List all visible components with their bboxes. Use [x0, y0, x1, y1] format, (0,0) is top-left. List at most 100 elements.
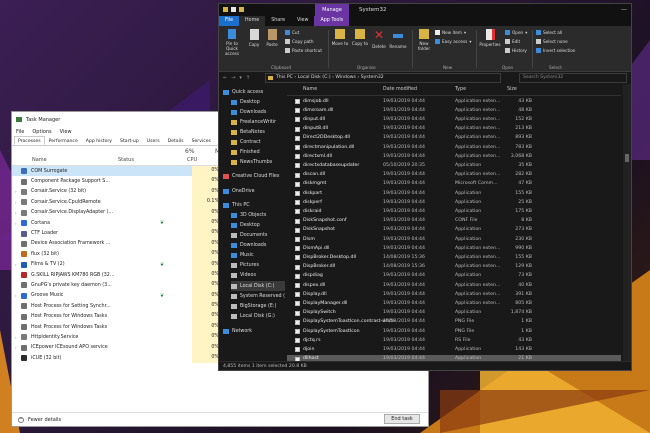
chevron-right-icon[interactable]: ›	[15, 345, 17, 350]
nav-item[interactable]: Creative Cloud Files	[223, 171, 285, 181]
breadcrumb-system32[interactable]: System32	[361, 75, 384, 80]
file-row[interactable]: diskperf 19/03/2019 04:44 Application 25 KB	[287, 198, 621, 207]
column-status[interactable]: Status	[118, 157, 134, 163]
file-row[interactable]: DiskSnapshot 19/03/2019 04:44 Application 2…	[287, 226, 621, 235]
file-row[interactable]: dimsroam.dll 19/03/2019 04:44 Application …	[287, 106, 621, 115]
file-explorer-window[interactable]: Manage System32 — File Home Share View A…	[218, 3, 632, 371]
menu-file[interactable]: File	[16, 129, 24, 135]
nav-item[interactable]: Quick access	[223, 87, 285, 97]
file-row[interactable]: djoin 19/03/2019 04:44 Application 143 KB	[287, 345, 621, 354]
move-to-button[interactable]: Move to	[331, 29, 349, 46]
file-row[interactable]: DismApi.dll 19/03/2019 04:44 Application e…	[287, 244, 621, 253]
menu-options[interactable]: Options	[32, 129, 51, 135]
nav-item[interactable]: BetaNotes	[231, 127, 285, 137]
copy-to-button[interactable]: Copy to	[351, 29, 369, 46]
nav-item[interactable]: Local Disk (C:)	[231, 281, 285, 291]
folder-icon[interactable]	[231, 7, 236, 12]
delete-button[interactable]: ✕ Delete	[371, 29, 387, 49]
pin-quick-access-button[interactable]: Pin to Quick access	[221, 29, 243, 56]
minimize-icon[interactable]: —	[621, 6, 627, 13]
nav-item[interactable]: Network	[223, 326, 285, 336]
nav-item[interactable]: Local Disk (G:)	[231, 311, 285, 321]
nav-item[interactable]: Music	[231, 250, 285, 260]
file-row[interactable]: dispex.dll 19/03/2019 04:44 Application ex…	[287, 281, 621, 290]
ribbon-tab-view[interactable]: View	[291, 16, 314, 26]
nav-item[interactable]: NewsThumbs	[231, 157, 285, 167]
column-cpu[interactable]: CPU	[187, 157, 197, 163]
tab-details[interactable]: Details	[164, 136, 188, 145]
copy-button[interactable]: Copy	[246, 29, 262, 47]
new-item-button[interactable]: New item ▾	[435, 30, 466, 35]
column-header-name[interactable]: Name	[303, 87, 317, 92]
nav-item[interactable]: Downloads	[231, 240, 285, 250]
history-button[interactable]: History	[505, 48, 527, 53]
up-arrow-icon[interactable]: ↑	[246, 75, 250, 81]
forward-arrow-icon[interactable]: →	[231, 75, 235, 81]
nav-item[interactable]: This PC	[223, 200, 285, 210]
chevron-right-icon[interactable]: ›	[15, 221, 17, 226]
chevron-right-icon[interactable]: ›	[15, 189, 17, 194]
nav-item[interactable]: 3D Objects	[231, 210, 285, 220]
select-none-button[interactable]: Select none	[536, 39, 568, 44]
breadcrumb-this-pc[interactable]: This PC	[276, 75, 293, 80]
file-row[interactable]: DisplaySystemToastIcon 19/03/2019 04:44 PN…	[287, 327, 621, 336]
nav-item[interactable]: Videos	[231, 270, 285, 280]
explorer-titlebar[interactable]: Manage System32 —	[219, 4, 631, 16]
file-row[interactable]: DispBroker.dll 14/08/2019 15:36 Applicatio…	[287, 263, 621, 272]
paste-shortcut-button[interactable]: Paste shortcut	[285, 48, 322, 53]
column-header-size[interactable]: Size	[507, 87, 517, 92]
folder-icon[interactable]	[239, 7, 244, 12]
rename-button[interactable]: Rename	[389, 29, 407, 49]
open-button[interactable]: Open ▾	[505, 30, 527, 35]
properties-button[interactable]: Properties	[478, 29, 502, 47]
nav-item[interactable]: Desktop	[231, 97, 285, 107]
file-row[interactable]: dispdiag 19/03/2019 04:44 Application 73 KB	[287, 272, 621, 281]
ribbon-tab-home[interactable]: Home	[239, 16, 266, 26]
tab-app-history[interactable]: App history	[82, 136, 116, 145]
tab-start-up[interactable]: Start-up	[116, 136, 143, 145]
easy-access-button[interactable]: Easy access ▾	[435, 39, 471, 44]
file-row[interactable]: DisplaySystemToastIcon.contrast-white 19/…	[287, 318, 621, 327]
nav-item[interactable]: Documents	[231, 230, 285, 240]
address-bar[interactable]: This PC › Local Disk (C:) › Windows › Sy…	[265, 73, 501, 83]
file-row[interactable]: DispBroker.Desktop.dll 14/08/2019 15:36 Ap…	[287, 253, 621, 262]
file-row[interactable]: DiskSnapshot.conf 19/03/2019 04:44 CONF Fi…	[287, 217, 621, 226]
nav-item[interactable]: Desktop	[231, 220, 285, 230]
end-task-button[interactable]: End task	[384, 414, 420, 424]
file-row[interactable]: djctq.rs 19/03/2019 04:44 RS File 43 KB	[287, 336, 621, 345]
recent-locations-icon[interactable]: ▾	[239, 75, 242, 81]
ribbon-tab-app-tools[interactable]: App Tools	[314, 16, 350, 26]
chevron-right-icon[interactable]: ›	[15, 210, 17, 215]
select-all-button[interactable]: Select all	[536, 30, 562, 35]
vertical-scrollbar[interactable]	[623, 84, 631, 361]
chevron-right-icon[interactable]: ›	[15, 293, 17, 298]
column-header-type[interactable]: Type	[455, 87, 466, 92]
file-row[interactable]: diskraid 19/03/2019 04:44 Application 175 K…	[287, 207, 621, 216]
back-arrow-icon[interactable]: ←	[223, 75, 227, 81]
breadcrumb-local-disk[interactable]: Local Disk (C:)	[298, 75, 331, 80]
file-row[interactable]: discan.dll 19/03/2019 04:44 Application ex…	[287, 171, 621, 180]
nav-item[interactable]: Downloads	[231, 107, 285, 117]
scrollbar-thumb[interactable]	[625, 154, 629, 162]
chevron-right-icon[interactable]: ›	[15, 200, 17, 205]
file-row[interactable]: dinput.dll 19/03/2019 04:44 Application ex…	[287, 115, 621, 124]
new-folder-button[interactable]: New folder	[415, 29, 433, 51]
nav-item[interactable]: BigStorage (E:)	[231, 301, 285, 311]
tab-processes[interactable]: Processes	[14, 136, 45, 145]
nav-item[interactable]: Pictures	[231, 260, 285, 270]
chevron-right-icon[interactable]: ›	[15, 335, 17, 340]
file-row[interactable]: dimsjob.dll 19/03/2019 04:44 Application e…	[287, 97, 621, 106]
ribbon-tab-share[interactable]: Share	[265, 16, 291, 26]
copy-path-button[interactable]: Copy path	[285, 39, 313, 44]
file-row[interactable]: Dism 19/03/2019 04:44 Application 230 KB	[287, 235, 621, 244]
nav-item[interactable]: Finished	[231, 147, 285, 157]
file-row[interactable]: Direct2DDesktop.dll 19/03/2019 04:44 Appli…	[287, 134, 621, 143]
column-header-date[interactable]: Date modified	[383, 87, 417, 92]
tab-users[interactable]: Users	[143, 136, 164, 145]
fewer-details-link[interactable]: Fewer details	[28, 417, 61, 423]
edit-button[interactable]: Edit	[505, 39, 520, 44]
nav-item[interactable]: FreelanceWritir	[231, 117, 285, 127]
nav-item[interactable]: System Reserved (	[231, 291, 285, 301]
file-row[interactable]: directxml.dll 19/03/2019 04:44 Application…	[287, 152, 621, 161]
tab-performance[interactable]: Performance	[45, 136, 82, 145]
